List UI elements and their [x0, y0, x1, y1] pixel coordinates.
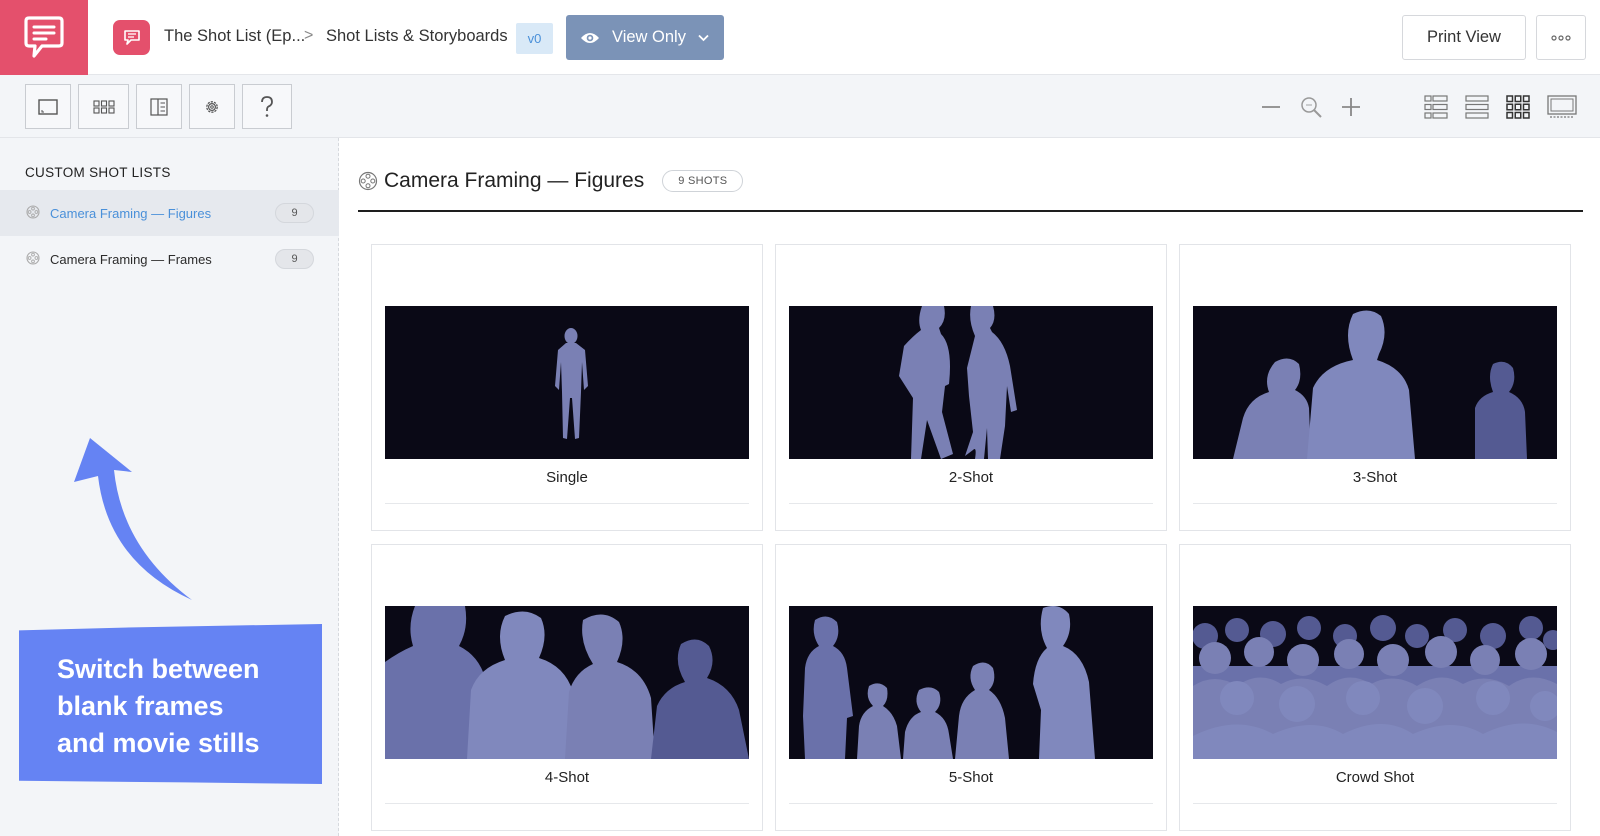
shot-frame: [1193, 606, 1557, 759]
zoom-reset-icon: [1301, 97, 1322, 118]
two-shot-silhouette-image: [899, 306, 1017, 459]
main-content: Camera Framing — Figures 9 SHOTS Single: [340, 138, 1600, 836]
sidebar-item-label: Camera Framing — Frames: [50, 251, 212, 267]
list-rows-icon: [1465, 95, 1489, 119]
more-options-button[interactable]: [1536, 15, 1586, 60]
top-bar: The Shot List (Ep... > Shot Lists & Stor…: [0, 0, 1600, 75]
shot-caption: 5-Shot: [948, 769, 994, 786]
grid-icon: [92, 99, 115, 114]
shot-frame: [385, 606, 749, 759]
view-mode-dropdown[interactable]: View Only: [566, 15, 724, 60]
shot-frame: [1193, 306, 1557, 459]
callout-line: blank frames: [57, 691, 224, 721]
shot-caption: Crowd Shot: [1335, 769, 1415, 786]
breadcrumb-section[interactable]: Shot Lists & Storyboards: [326, 27, 508, 46]
more-dots-icon: [1551, 34, 1571, 41]
project-icon[interactable]: [113, 20, 150, 55]
film-reel-icon: [26, 205, 40, 219]
split-layout-button[interactable]: [136, 84, 182, 129]
caption-divider: [789, 503, 1153, 504]
grid-layout-button[interactable]: [78, 84, 129, 129]
eye-icon: [581, 32, 599, 43]
version-badge[interactable]: v0: [516, 23, 553, 54]
shot-card-crowd-shot[interactable]: Crowd Shot: [1179, 544, 1571, 831]
shot-count-badge: 9 SHOTS: [662, 170, 744, 192]
crowd-shot-silhouette-image: [1193, 615, 1557, 759]
shot-frame: [385, 306, 749, 459]
frame-icon: [38, 98, 58, 115]
zoom-in-button[interactable]: [1339, 95, 1363, 119]
header-divider: [358, 210, 1583, 212]
grid-view-icon: [1506, 95, 1530, 119]
chevron-down-icon: [698, 34, 709, 41]
shot-card-5-shot[interactable]: 5-Shot: [775, 544, 1167, 831]
split-icon: [150, 97, 168, 116]
caption-divider: [385, 803, 749, 804]
single-silhouette-image: [555, 328, 588, 439]
shot-caption: 2-Shot: [948, 469, 994, 486]
sidebar-item-count: 9: [275, 203, 314, 223]
breadcrumb-separator: >: [304, 27, 314, 44]
breadcrumb-project[interactable]: The Shot List (Ep...: [164, 27, 305, 46]
list-header: Camera Framing — Figures 9 SHOTS: [358, 165, 744, 197]
film-reel-icon: [358, 171, 378, 191]
list-detail-icon: [1424, 95, 1448, 119]
chat-bubble-icon: [123, 30, 140, 45]
caption-divider: [1193, 803, 1557, 804]
four-shot-silhouette-image: [385, 606, 749, 759]
film-reel-icon: [26, 251, 40, 265]
zoom-in-icon: [1342, 98, 1360, 116]
view-mode-label: View Only: [612, 28, 686, 46]
help-icon: [261, 95, 273, 117]
list-detail-view-button[interactable]: [1424, 95, 1448, 119]
toolbar: [0, 75, 1600, 138]
sidebar-item-label: Camera Framing — Figures: [50, 205, 212, 221]
shot-caption: Single: [546, 469, 588, 486]
callout-line: and movie stills: [57, 728, 260, 758]
shot-frame: [789, 306, 1153, 459]
shot-caption: 4-Shot: [544, 769, 590, 786]
frame-view-button[interactable]: [25, 84, 71, 129]
app-logo[interactable]: [0, 0, 88, 75]
shot-frame: [789, 606, 1153, 759]
zoom-reset-button[interactable]: [1299, 95, 1323, 119]
presentation-icon: [1547, 95, 1577, 118]
chat-bubble-logo-icon: [24, 15, 64, 58]
callout-line: Switch between: [57, 654, 260, 684]
grid-view-button[interactable]: [1506, 95, 1530, 119]
presentation-view-button[interactable]: [1547, 95, 1577, 119]
caption-divider: [789, 803, 1153, 804]
zoom-out-button[interactable]: [1259, 95, 1283, 119]
settings-button[interactable]: [189, 84, 235, 129]
sidebar-item-figures[interactable]: Camera Framing — Figures 9: [0, 190, 339, 236]
shot-card-3-shot[interactable]: 3-Shot: [1179, 244, 1571, 531]
shot-card-single[interactable]: Single: [371, 244, 763, 531]
three-shot-silhouette-image: [1233, 310, 1527, 459]
sidebar-item-frames[interactable]: Camera Framing — Frames 9: [0, 236, 339, 282]
curved-arrow-icon: [74, 438, 192, 600]
caption-divider: [1193, 503, 1557, 504]
help-button[interactable]: [242, 84, 292, 129]
gear-icon: [206, 100, 218, 113]
sidebar-item-count: 9: [275, 249, 314, 269]
zoom-out-icon: [1262, 106, 1280, 108]
five-shot-silhouette-image: [803, 606, 1095, 759]
list-rows-view-button[interactable]: [1465, 95, 1489, 119]
shot-caption: 3-Shot: [1352, 469, 1398, 486]
tip-callout: Switch between blank frames and movie st…: [19, 624, 322, 784]
print-view-button[interactable]: Print View: [1402, 15, 1526, 60]
sidebar-heading: CUSTOM SHOT LISTS: [25, 165, 171, 180]
page-title: Camera Framing — Figures: [384, 169, 645, 192]
shot-card-2-shot[interactable]: 2-Shot: [775, 244, 1167, 531]
sidebar: CUSTOM SHOT LISTS Camera Framing — Figur…: [0, 138, 339, 836]
shot-card-4-shot[interactable]: 4-Shot: [371, 544, 763, 831]
caption-divider: [385, 503, 749, 504]
